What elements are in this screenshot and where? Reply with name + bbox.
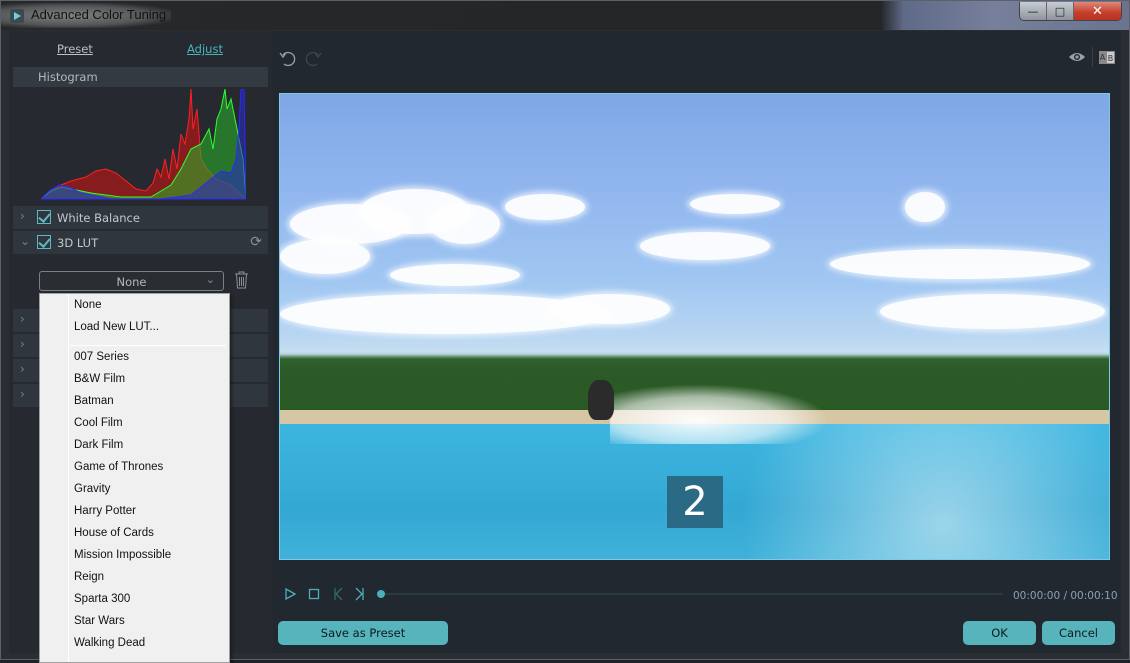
chevron-right-icon[interactable]: › (20, 312, 25, 326)
section-label: 3D LUT (57, 236, 99, 250)
cloud (390, 264, 520, 286)
ok-button[interactable]: OK (963, 621, 1036, 645)
cloud (905, 192, 945, 222)
lut-option[interactable]: Dark Film (74, 439, 123, 451)
maximize-button[interactable]: □ (1047, 2, 1074, 20)
advanced-color-tuning-window: Advanced Color Tuning — □ ✕ Preset Adjus… (0, 0, 1130, 663)
lut-option[interactable]: Reign (74, 571, 104, 583)
section-3d-lut[interactable]: ⌄ 3D LUT ⟳ (13, 230, 268, 254)
lut-option[interactable]: Cool Film (74, 417, 123, 429)
next-frame-icon[interactable] (353, 587, 367, 601)
cloud (690, 194, 780, 214)
previous-frame-icon[interactable] (331, 587, 345, 601)
save-as-preset-button[interactable]: Save as Preset (278, 621, 448, 645)
lut-option[interactable]: Harry Potter (74, 505, 136, 517)
refresh-icon[interactable]: ⟳ (250, 234, 262, 250)
lut-dropdown-menu: None Load New LUT... 007 Series B&W Film… (39, 293, 230, 663)
title-bar[interactable]: Advanced Color Tuning — □ ✕ (1, 1, 1129, 30)
divider (1092, 47, 1093, 67)
lut-option[interactable]: Game of Thrones (74, 461, 163, 473)
white-balance-checkbox[interactable] (37, 210, 51, 224)
3d-lut-checkbox[interactable] (37, 235, 51, 249)
lut-option[interactable]: Walking Dead (74, 637, 145, 649)
compare-b: B (1106, 51, 1115, 64)
redo-icon[interactable] (304, 49, 322, 67)
menu-separator (70, 345, 226, 346)
timeline-playhead[interactable] (377, 590, 385, 598)
chevron-right-icon[interactable]: › (20, 209, 25, 223)
cloud (640, 232, 770, 260)
cloud (430, 204, 500, 244)
histogram-header: Histogram (13, 67, 268, 87)
section-white-balance[interactable]: › White Balance (13, 205, 268, 229)
video-preview[interactable]: 2 (279, 93, 1110, 560)
time-display: 00:00:00 / 00:00:10 (1013, 590, 1118, 602)
lut-dropdown[interactable]: None ⌄ (39, 271, 224, 291)
lut-option[interactable]: B&W Film (74, 373, 125, 385)
cloud (830, 249, 1090, 279)
eye-icon[interactable] (1068, 51, 1086, 63)
preview-panel: A B 2 00:00:00 / 00:00:10 Save as Preset… (273, 31, 1121, 653)
lut-option[interactable]: Mission Impossible (74, 549, 171, 561)
app-icon (10, 9, 24, 23)
cloud (550, 294, 670, 324)
lut-selected-value: None (116, 275, 147, 289)
tab-adjust[interactable]: Adjust (187, 42, 223, 56)
histogram-title: Histogram (38, 70, 98, 84)
lut-option[interactable]: House of Cards (74, 527, 154, 539)
chevron-down-icon[interactable]: ⌄ (20, 234, 30, 248)
lut-option[interactable]: Load New LUT... (74, 321, 159, 333)
timeline-slider[interactable] (377, 590, 1003, 598)
lut-option[interactable]: Sparta 300 (74, 593, 130, 605)
kitesurfer (588, 380, 614, 420)
compare-a: A (1099, 53, 1106, 62)
lut-option[interactable]: Gravity (74, 483, 110, 495)
close-button[interactable]: ✕ (1074, 2, 1121, 20)
stop-icon[interactable] (307, 587, 321, 601)
lut-option[interactable]: Batman (74, 395, 114, 407)
chevron-right-icon[interactable]: › (20, 337, 25, 351)
lut-option[interactable]: None (74, 299, 102, 311)
play-icon[interactable] (283, 587, 297, 601)
undo-icon[interactable] (279, 49, 297, 67)
water-spray (610, 384, 830, 444)
compare-ab-icon[interactable]: A B (1099, 51, 1115, 64)
overlay-counter: 2 (667, 476, 723, 528)
timeline-track (377, 593, 1003, 595)
chevron-right-icon[interactable]: › (20, 387, 25, 401)
window-title: Advanced Color Tuning (31, 7, 167, 22)
lut-option[interactable]: 007 Series (74, 351, 129, 363)
histogram-chart (41, 89, 246, 200)
window-controls: — □ ✕ (1019, 2, 1122, 21)
tab-preset[interactable]: Preset (57, 42, 93, 56)
trash-icon[interactable] (234, 271, 249, 289)
cloud (505, 194, 585, 220)
chevron-right-icon[interactable]: › (20, 362, 25, 376)
cloud (280, 239, 370, 274)
cancel-button[interactable]: Cancel (1042, 621, 1115, 645)
section-label: White Balance (57, 211, 140, 225)
lut-option[interactable]: Star Wars (74, 615, 125, 627)
cloud (880, 294, 1105, 329)
chevron-down-icon: ⌄ (205, 273, 215, 286)
menu-gutter (68, 294, 69, 662)
minimize-button[interactable]: — (1020, 2, 1047, 20)
